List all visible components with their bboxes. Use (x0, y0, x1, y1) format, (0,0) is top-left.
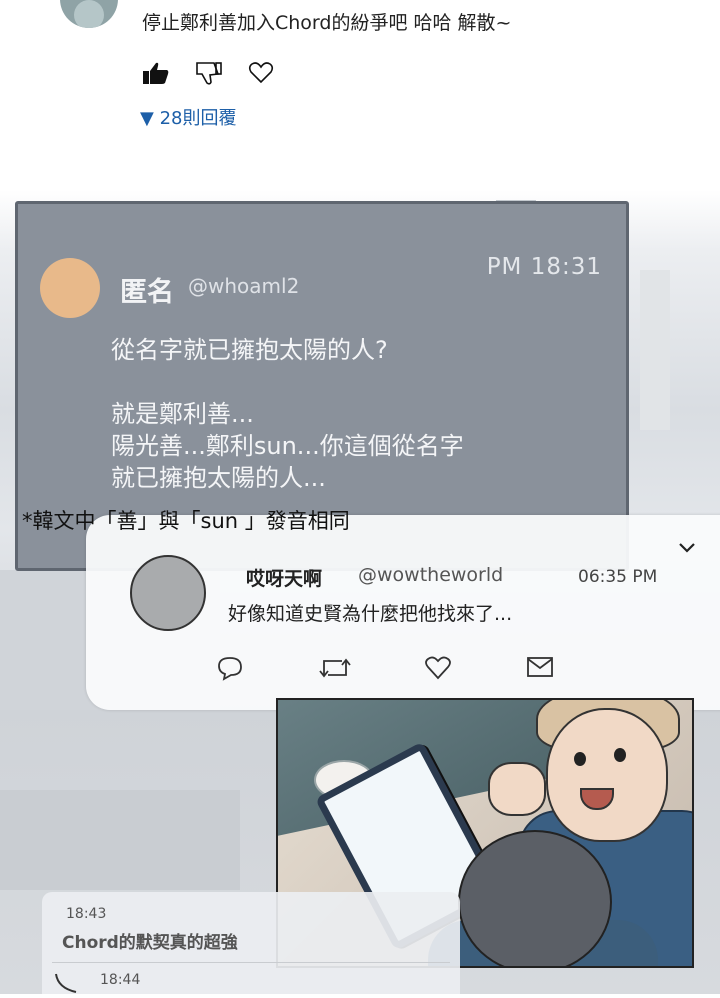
reply-icon[interactable] (216, 655, 244, 685)
chat-timestamp: 18:43 (66, 906, 107, 922)
character-eye (574, 752, 586, 766)
character-eye (614, 748, 626, 762)
tweet-author-handle: @whoaml2 (188, 274, 300, 298)
heart-icon[interactable] (424, 655, 452, 685)
retweet-icon[interactable] (318, 655, 352, 685)
glitch-block (0, 790, 240, 890)
translator-note: *韓文中「善」與「sun 」發音相同 (22, 509, 350, 533)
comment-section: 停止鄭利善加入Chord的紛爭吧 哈哈 解散~ ▼ 28則回覆 (0, 0, 720, 190)
comment-text: 停止鄭利善加入Chord的紛爭吧 哈哈 解散~ (142, 12, 512, 34)
glitch-block (640, 270, 670, 430)
avatar[interactable] (40, 258, 100, 318)
mail-icon[interactable] (526, 655, 554, 683)
chevron-down-icon[interactable] (678, 539, 696, 558)
commenter-avatar[interactable] (60, 0, 118, 28)
reply-tweet-card: 哎呀天啊 @wowtheworld 06:35 PM 好像知道史賢為什麼把他找來… (86, 515, 720, 710)
chat-message: Chord的默契真的超強 (62, 933, 238, 953)
tweet-body: 從名字就已擁抱太陽的人? 就是鄭利善... 陽光善...鄭利sun...你這個從… (111, 336, 464, 492)
divider (52, 962, 450, 963)
thumbs-down-icon[interactable] (194, 60, 224, 86)
character-face (546, 708, 668, 842)
chat-timestamp: 18:44 (100, 972, 141, 988)
character-hair (458, 830, 612, 966)
tweet-author-handle: @wowtheworld (358, 564, 504, 586)
tweet-body: 好像知道史賢為什麼把他找來了... (228, 603, 513, 625)
character-hand (488, 762, 546, 816)
replies-toggle[interactable]: ▼ 28則回覆 (140, 104, 236, 130)
tweet-time: PM 18:31 (486, 254, 602, 280)
avatar[interactable] (130, 555, 206, 631)
heart-icon[interactable] (248, 61, 274, 85)
chat-overlay: 18:43 Chord的默契真的超強 18:44 (42, 892, 460, 994)
tweet-time: 06:35 PM (578, 567, 658, 587)
tweet-author-name: 哎呀天啊 (246, 568, 323, 590)
tweet-author-name: 匿名 (120, 277, 174, 308)
thumbs-up-icon[interactable] (142, 61, 170, 85)
comment-actions (142, 60, 274, 86)
chat-bubble-tail-icon (54, 972, 84, 998)
